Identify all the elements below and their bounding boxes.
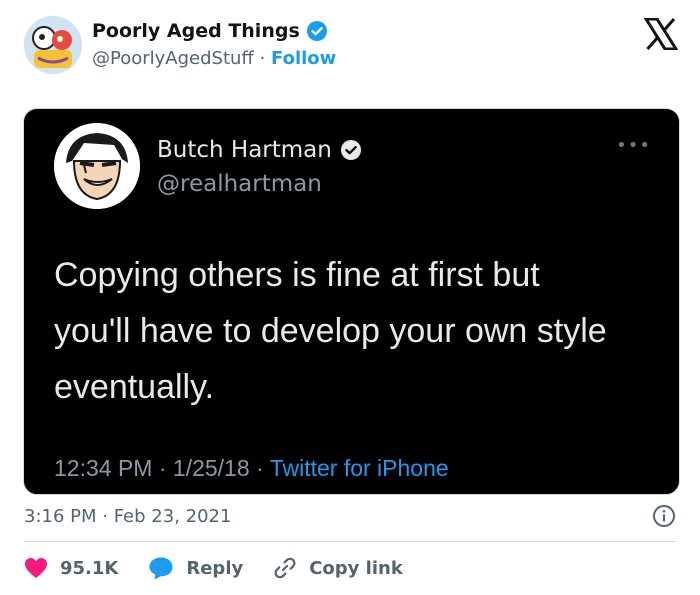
separator-dot: · [259, 48, 266, 69]
x-logo-icon[interactable] [644, 18, 678, 50]
follow-button[interactable]: Follow [271, 48, 336, 69]
embedded-tweet-text: Copying others is fine at first but you'… [54, 247, 654, 415]
tweet-line: you'll have to develop your own style [54, 312, 607, 350]
embedded-source: Twitter for iPhone [269, 455, 449, 481]
reply-label: Reply [186, 557, 244, 579]
account-handle[interactable]: @PoorlyAgedStuff [92, 48, 254, 69]
heart-icon [25, 558, 47, 578]
embedded-time: 12:34 PM [54, 455, 153, 481]
verified-badge-icon [340, 140, 361, 160]
action-bar: 95.1K Reply Copy link [24, 553, 433, 583]
info-icon[interactable] [652, 504, 676, 528]
post-header: Poorly Aged Things @PoorlyAgedStuff · Fo… [24, 16, 682, 76]
embedded-date: 1/25/18 [172, 455, 250, 481]
reply-bubble-icon [149, 557, 173, 580]
post-timestamp[interactable]: 3:16 PM · Feb 23, 2021 [24, 506, 231, 527]
account-display-name[interactable]: Poorly Aged Things [92, 20, 336, 42]
like-count: 95.1K [60, 557, 119, 579]
copy-link-button[interactable]: Copy link [273, 556, 403, 580]
separator-dot: · [158, 455, 167, 481]
more-options-icon: ••• [616, 135, 651, 156]
embedded-name-text: Butch Hartman [157, 137, 332, 163]
copy-link-label: Copy link [309, 557, 403, 579]
like-button[interactable]: 95.1K [24, 557, 118, 579]
embedded-avatar [54, 123, 140, 209]
embedded-display-name: Butch Hartman [157, 137, 362, 163]
tweet-line: eventually. [54, 368, 215, 406]
embedded-meta: 12:34 PM · 1/25/18 · Twitter for iPhone [54, 455, 449, 482]
link-icon [274, 557, 296, 579]
divider [24, 541, 676, 542]
tweet-line: Copying others is fine at first but [54, 256, 540, 294]
handle-row: @PoorlyAgedStuff · Follow [92, 48, 336, 69]
account-name-text: Poorly Aged Things [92, 20, 300, 42]
account-info: Poorly Aged Things @PoorlyAgedStuff · Fo… [92, 20, 336, 69]
verified-badge-icon [306, 21, 327, 41]
avatar[interactable] [24, 16, 82, 74]
reply-button[interactable]: Reply [148, 556, 243, 580]
embedded-tweet-image[interactable]: Butch Hartman @realhartman ••• Copying o… [23, 108, 680, 495]
separator-dot: · [256, 455, 264, 481]
embedded-handle: @realhartman [157, 171, 322, 197]
